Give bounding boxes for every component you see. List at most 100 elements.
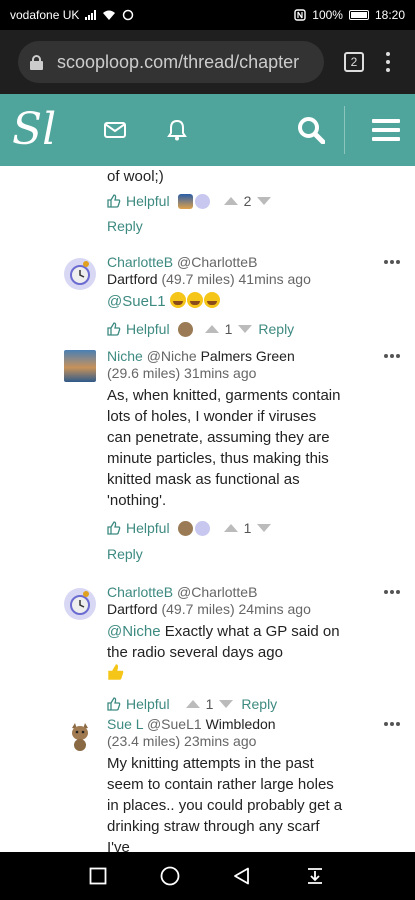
distance: (23.4 miles) — [107, 733, 181, 749]
thumbs-up-icon — [107, 521, 121, 535]
vote-control: 2 — [223, 193, 272, 209]
hamburger-menu-icon[interactable] — [370, 94, 402, 166]
system-navigation-bar — [0, 852, 415, 900]
comment: Sue L @SueL1 Wimbledon (23.4 miles) 23mi… — [64, 716, 406, 852]
helpful-label: Helpful — [126, 193, 170, 209]
notifications-icon[interactable] — [162, 94, 192, 166]
distance: (49.7 miles) — [161, 271, 235, 287]
home-icon[interactable] — [146, 852, 194, 900]
username[interactable]: Sue L — [107, 716, 143, 732]
user-handle: @SueL1 — [146, 716, 202, 732]
site-header: Sl — [0, 94, 415, 166]
username[interactable]: CharlotteB — [107, 584, 173, 600]
lock-icon — [30, 54, 43, 70]
laughing-emoji-icon — [169, 292, 186, 308]
laughing-emoji-icon — [203, 292, 220, 308]
comment-text: of wool;) — [107, 168, 164, 185]
mention-link[interactable]: @Niche — [107, 623, 161, 640]
header-divider — [344, 106, 345, 154]
helpful-button[interactable]: Helpful — [107, 520, 170, 536]
thumbs-up-icon — [107, 322, 121, 336]
helpful-label: Helpful — [126, 321, 170, 337]
search-icon[interactable] — [294, 94, 328, 166]
tab-switcher-button[interactable]: 2 — [344, 52, 364, 72]
comment: CharlotteB @CharlotteB Dartford (49.7 mi… — [64, 584, 406, 712]
downvote-icon[interactable] — [257, 197, 272, 205]
vote-count: 1 — [243, 520, 252, 536]
reaction-icons — [177, 193, 210, 209]
url-bar[interactable]: scooploop.com/thread/chapter — [18, 41, 324, 83]
helpful-button[interactable]: Helpful — [107, 193, 170, 209]
upvote-icon[interactable] — [223, 197, 238, 205]
more-options-icon[interactable] — [384, 722, 400, 726]
reaction-cat-icon — [177, 321, 193, 337]
reply-link[interactable]: Reply — [107, 546, 343, 562]
reply-link[interactable]: Reply — [258, 321, 294, 337]
helpful-label: Helpful — [126, 520, 170, 536]
messages-icon[interactable] — [100, 94, 130, 166]
timestamp: 23mins ago — [184, 733, 257, 749]
status-bar: vodafone UK 100% 18:20 — [0, 0, 415, 30]
recent-apps-icon[interactable] — [74, 852, 122, 900]
downvote-icon[interactable] — [219, 700, 234, 708]
clock: 18:20 — [374, 8, 405, 22]
reaction-alarm-clock-icon — [194, 193, 210, 209]
comment: CharlotteB @CharlotteB Dartford (49.7 mi… — [64, 254, 406, 337]
vote-count: 1 — [205, 696, 214, 712]
username[interactable]: CharlotteB — [107, 254, 173, 270]
timestamp: 24mins ago — [238, 601, 311, 617]
more-options-icon[interactable] — [384, 260, 400, 264]
username[interactable]: Niche — [107, 348, 143, 364]
reaction-alarm-clock-icon — [194, 520, 210, 536]
downvote-icon[interactable] — [238, 325, 253, 333]
helpful-button[interactable]: Helpful — [107, 696, 170, 712]
avatar[interactable] — [64, 720, 96, 752]
distance: (49.7 miles) — [161, 601, 235, 617]
user-location: Dartford — [107, 601, 158, 617]
notification-pull-down-icon[interactable] — [291, 852, 339, 900]
vote-control: 1 — [223, 520, 272, 536]
more-options-icon[interactable] — [384, 354, 400, 358]
comment-text: As, when knitted, garments contain lots … — [107, 387, 341, 509]
helpful-button[interactable]: Helpful — [107, 321, 170, 337]
vote-control: 1 — [185, 696, 234, 712]
thread-content: of wool;) Helpful 2 Reply CharlotteB @Ch… — [0, 166, 415, 852]
helpful-label: Helpful — [126, 696, 170, 712]
data-saver-icon — [123, 9, 134, 21]
back-icon[interactable] — [218, 852, 266, 900]
thumbs-up-emoji-icon — [108, 664, 124, 680]
battery-icon — [348, 10, 369, 20]
thumbs-up-icon — [107, 697, 121, 711]
signal-icon — [85, 10, 97, 20]
user-handle: @Niche — [146, 348, 197, 364]
mention-link[interactable]: @SueL1 — [107, 293, 166, 310]
avatar[interactable] — [64, 350, 96, 382]
browser-menu-icon[interactable] — [386, 52, 390, 72]
more-options-icon[interactable] — [384, 590, 400, 594]
distance: (29.6 miles) — [107, 365, 181, 381]
reaction-cat-icon — [177, 520, 193, 536]
reply-link[interactable]: Reply — [241, 696, 277, 712]
upvote-icon[interactable] — [185, 700, 200, 708]
timestamp: 31mins ago — [184, 365, 257, 381]
avatar[interactable] — [64, 258, 96, 290]
downvote-icon[interactable] — [257, 524, 272, 532]
upvote-icon[interactable] — [204, 325, 219, 333]
upvote-icon[interactable] — [223, 524, 238, 532]
user-location: Wimbledon — [205, 716, 276, 732]
comment-text: My knitting attempts in the past seem to… — [107, 755, 343, 852]
reaction-icons — [177, 520, 210, 536]
avatar[interactable] — [64, 588, 96, 620]
user-handle: @CharlotteB — [177, 584, 258, 600]
vote-count: 2 — [243, 193, 252, 209]
url-text: scooploop.com/thread/chapter — [57, 51, 300, 72]
browser-toolbar: scooploop.com/thread/chapter 2 — [0, 30, 415, 94]
vote-control: 1 — [204, 321, 253, 337]
laughing-emoji-icon — [186, 292, 203, 308]
reply-link[interactable]: Reply — [107, 218, 397, 234]
site-logo[interactable]: Sl — [12, 105, 62, 155]
user-location: Dartford — [107, 271, 158, 287]
user-handle: @CharlotteB — [177, 254, 258, 270]
timestamp: 41mins ago — [238, 271, 311, 287]
comment: Niche @Niche Palmers Green (29.6 miles) … — [64, 348, 406, 568]
